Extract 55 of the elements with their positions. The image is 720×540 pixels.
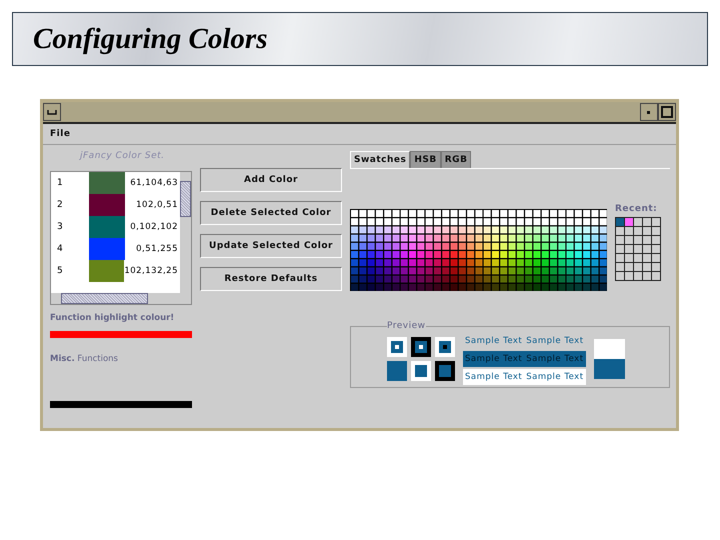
- sample-text: Sample Text: [463, 369, 524, 385]
- square-icon: [435, 337, 455, 357]
- color-value: 61,104,63: [129, 178, 179, 188]
- minimize-icon: [646, 109, 652, 115]
- color-swatch[interactable]: [89, 172, 125, 194]
- highlight-color-bar[interactable]: [50, 331, 192, 338]
- misc-functions-label: Misc. Functions: [50, 354, 118, 364]
- sample-text: Sample Text: [524, 351, 586, 367]
- window-menu-icon: [47, 109, 57, 115]
- color-swatch[interactable]: [88, 260, 124, 282]
- square-icon: [387, 361, 407, 381]
- swatch-grid-drawing[interactable]: [350, 209, 607, 291]
- preview-label: Preview: [387, 321, 426, 331]
- action-button[interactable]: Restore Defaults: [200, 267, 342, 291]
- action-button[interactable]: Update Selected Color: [200, 234, 342, 258]
- misc-color-bar[interactable]: [50, 401, 192, 408]
- tab[interactable]: HSB: [410, 151, 441, 168]
- action-button[interactable]: Delete Selected Color: [200, 201, 342, 225]
- recent-label: Recent:: [615, 204, 658, 214]
- maximize-icon: [661, 106, 673, 118]
- square-icon: [435, 361, 455, 381]
- sample-text: Sample Text: [524, 369, 586, 385]
- maximize-button[interactable]: [658, 103, 676, 121]
- square-icon: [411, 361, 431, 381]
- row-index: 1: [56, 178, 64, 188]
- color-swatch[interactable]: [89, 194, 125, 216]
- window-menu-button[interactable]: [43, 103, 61, 121]
- highlight-label: Function highlight colour!: [50, 313, 174, 323]
- row-index: 5: [56, 266, 64, 276]
- tab[interactable]: RGB: [440, 151, 472, 168]
- color-swatch[interactable]: [89, 216, 125, 238]
- row-index: 2: [56, 200, 64, 210]
- minimize-button[interactable]: [640, 103, 658, 121]
- color-value: 102,0,51: [135, 200, 179, 210]
- recent-swatch[interactable]: [616, 218, 624, 226]
- sample-text: Sample Text: [525, 335, 585, 348]
- recent-swatches[interactable]: [615, 217, 661, 281]
- row-index: 4: [56, 244, 64, 254]
- menu-item[interactable]: File: [50, 129, 70, 139]
- square-icon: [387, 337, 407, 357]
- color-value: 102,132,25: [124, 266, 179, 276]
- color-value: 0,102,102: [129, 222, 179, 232]
- action-button[interactable]: Add Color: [200, 168, 342, 192]
- color-value: 0,51,255: [135, 244, 179, 254]
- square-icon: [411, 337, 431, 357]
- preview-blank-block: [594, 339, 625, 359]
- recent-swatch[interactable]: [625, 218, 633, 226]
- sample-text: Sample Text: [464, 335, 524, 348]
- color-set-title: jFancy Color Set.: [78, 150, 166, 163]
- sample-text: Sample Text: [463, 351, 524, 367]
- tab[interactable]: Swatches: [350, 151, 410, 168]
- vertical-scrollbar[interactable]: [180, 172, 191, 293]
- row-index: 3: [56, 222, 64, 232]
- slide-title: Configuring Colors: [33, 22, 268, 56]
- color-swatch[interactable]: [89, 238, 125, 260]
